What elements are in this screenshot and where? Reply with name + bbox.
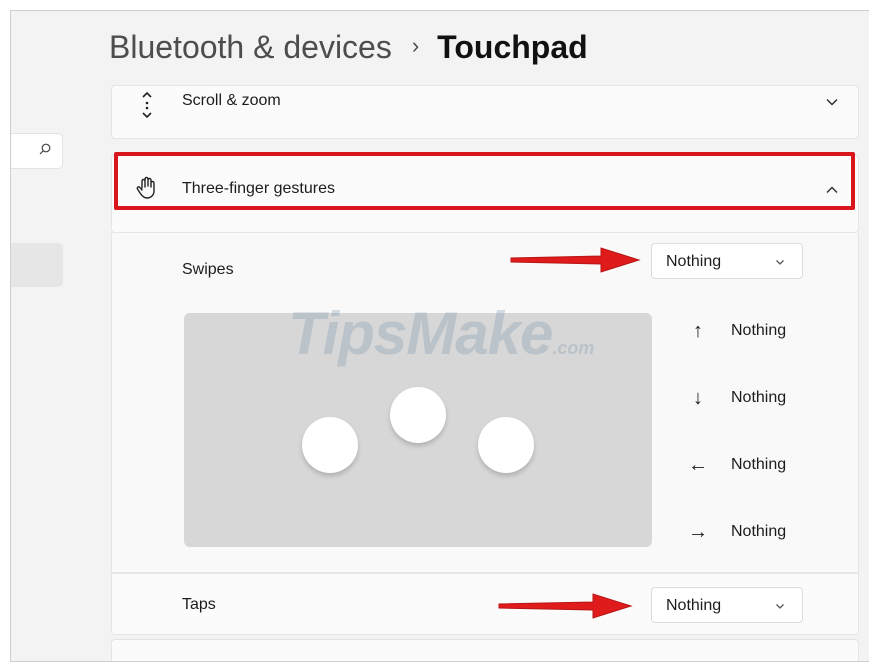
settings-window: Bluetooth & devices › Touchpad Scroll & … xyxy=(10,10,869,662)
next-section[interactable] xyxy=(111,639,859,661)
swipe-down-row: ↓ Nothing xyxy=(683,386,786,410)
breadcrumb-separator: › xyxy=(411,32,420,58)
swipes-dropdown-value: Nothing xyxy=(666,253,722,270)
scroll-zoom-label: Scroll & zoom xyxy=(182,92,281,109)
finger-circle xyxy=(302,417,358,473)
red-arrow-icon xyxy=(510,247,641,273)
breadcrumb: Bluetooth & devices › Touchpad xyxy=(109,29,588,66)
finger-circle xyxy=(390,387,446,443)
taps-dropdown-value: Nothing xyxy=(666,597,722,614)
swipe-left-value: Nothing xyxy=(731,456,787,473)
swipe-down-value: Nothing xyxy=(731,389,787,406)
swipe-up-value: Nothing xyxy=(731,322,787,339)
left-navigation xyxy=(11,11,73,661)
arrow-left-icon: ← xyxy=(688,453,708,476)
red-arrow-icon xyxy=(498,593,633,619)
swipe-right-row: → Nothing xyxy=(683,520,786,544)
page-title: Touchpad xyxy=(437,29,588,65)
highlight-box xyxy=(114,152,855,210)
arrow-up-icon: ↑ xyxy=(693,319,703,342)
search-icon xyxy=(39,143,51,155)
chevron-down-icon[interactable] xyxy=(824,94,840,110)
arrow-right-icon: → xyxy=(688,520,708,543)
swipe-right-value: Nothing xyxy=(731,523,787,540)
search-box[interactable] xyxy=(11,133,63,169)
arrow-down-icon: ↓ xyxy=(693,386,703,409)
scroll-arrows-icon xyxy=(142,91,152,119)
swipe-left-row: ← Nothing xyxy=(683,453,786,477)
taps-label: Taps xyxy=(182,596,216,613)
gesture-preview xyxy=(184,313,652,547)
nav-item-selected[interactable] xyxy=(11,243,63,287)
breadcrumb-parent[interactable]: Bluetooth & devices xyxy=(109,29,392,66)
taps-dropdown[interactable]: Nothing xyxy=(651,587,803,623)
scroll-zoom-section[interactable]: Scroll & zoom xyxy=(111,85,859,139)
chevron-down-icon xyxy=(776,604,784,609)
swipe-up-row: ↑ Nothing xyxy=(683,319,786,343)
finger-circle xyxy=(478,417,534,473)
chevron-down-icon xyxy=(776,260,784,265)
swipes-label: Swipes xyxy=(182,261,234,278)
swipes-dropdown[interactable]: Nothing xyxy=(651,243,803,279)
